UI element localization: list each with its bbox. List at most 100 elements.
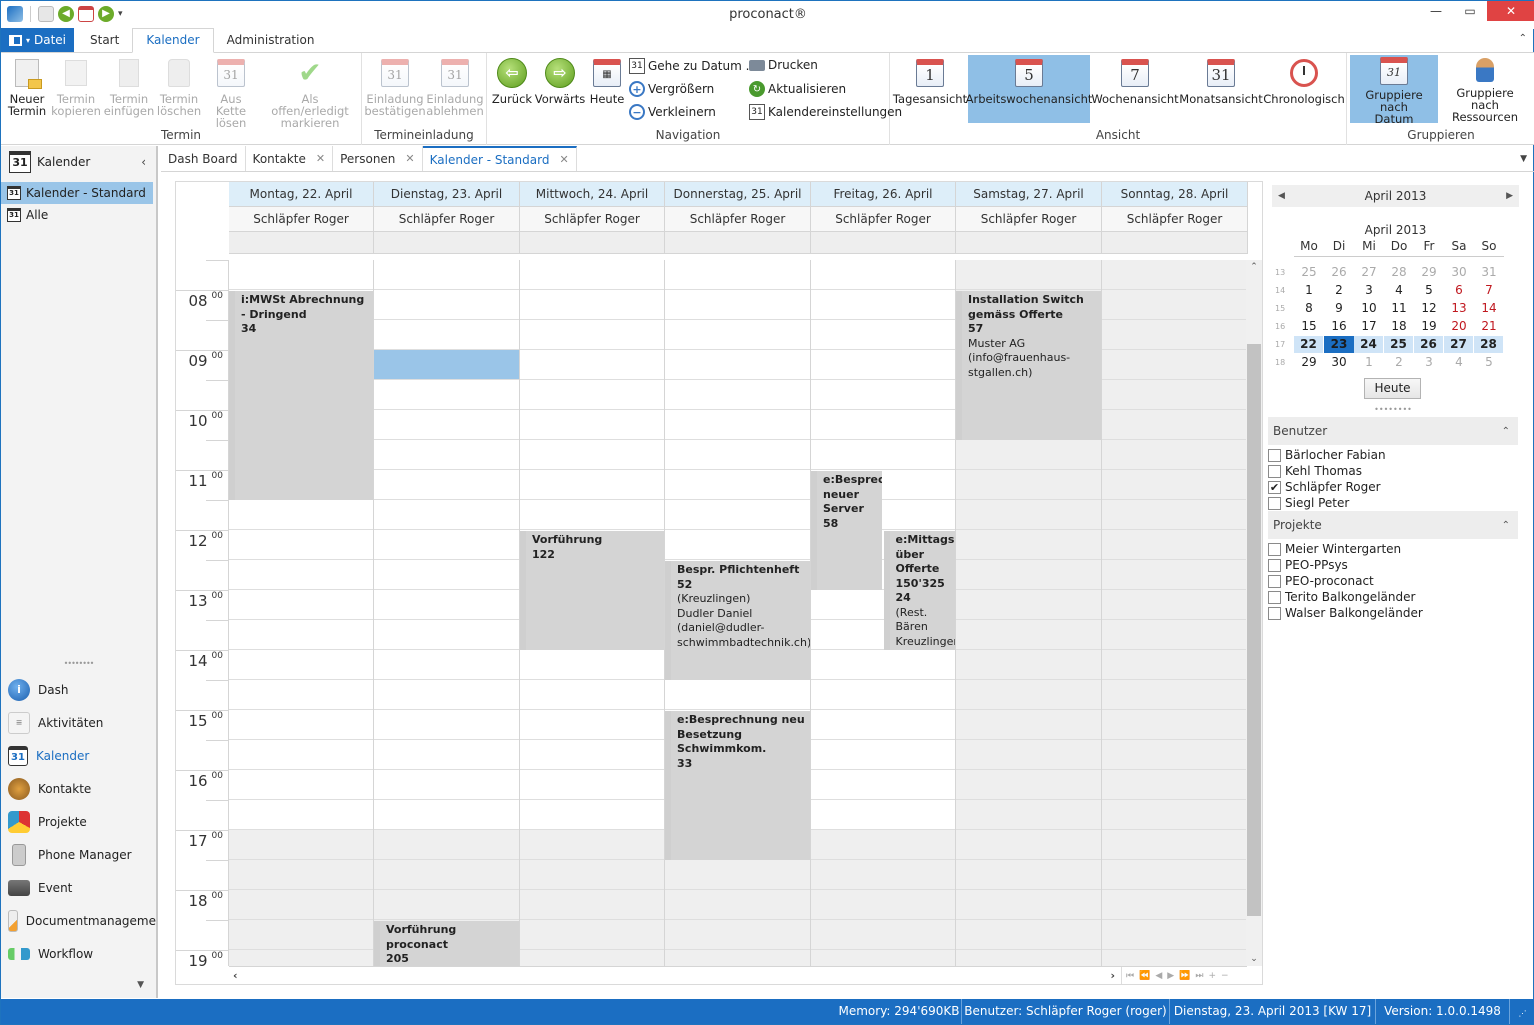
month-view-button[interactable]: 31 Monatsansicht bbox=[1179, 55, 1263, 121]
calendar-day[interactable]: 2 bbox=[1324, 282, 1354, 299]
calendar-day[interactable]: 3 bbox=[1354, 282, 1384, 299]
calendar-day[interactable]: 25 bbox=[1384, 335, 1414, 353]
benutzer-group-header[interactable]: Benutzer ⌃ bbox=[1268, 417, 1518, 445]
checkbox-checked[interactable]: ✔ bbox=[1268, 480, 1281, 494]
time-slot[interactable] bbox=[229, 680, 373, 710]
filter-item[interactable]: Bärlocher Fabian bbox=[1268, 447, 1518, 463]
previous-record-icon[interactable]: ◀ bbox=[1155, 971, 1162, 981]
time-slot[interactable] bbox=[811, 740, 955, 770]
calendar-day[interactable]: 4 bbox=[1384, 282, 1414, 299]
calendar-day[interactable]: 26 bbox=[1414, 335, 1444, 353]
time-slot[interactable] bbox=[374, 650, 519, 680]
time-slot[interactable] bbox=[520, 800, 664, 830]
scrollbar-thumb[interactable] bbox=[1247, 344, 1261, 916]
checkbox[interactable] bbox=[1268, 590, 1281, 604]
time-slot[interactable] bbox=[811, 410, 955, 440]
calendar-settings-button[interactable]: 31 Kalendereinstellungen bbox=[749, 104, 902, 120]
doc-tab-kalender-standard[interactable]: Kalender - Standard ✕ bbox=[422, 146, 577, 171]
time-slot[interactable] bbox=[229, 260, 373, 290]
time-slot[interactable] bbox=[1102, 950, 1247, 966]
time-slot[interactable] bbox=[229, 770, 373, 800]
calendar-day[interactable]: 15 bbox=[1294, 318, 1324, 335]
time-slot[interactable] bbox=[956, 680, 1101, 710]
time-slot[interactable] bbox=[374, 440, 519, 470]
time-slot[interactable] bbox=[229, 860, 373, 890]
scroll-left-icon[interactable]: ‹ bbox=[233, 969, 238, 982]
time-slot[interactable] bbox=[229, 560, 373, 590]
time-slot[interactable] bbox=[956, 560, 1101, 590]
calendar-day[interactable]: 10 bbox=[1354, 300, 1384, 317]
close-tab-icon[interactable]: ✕ bbox=[316, 152, 325, 165]
time-slot[interactable] bbox=[811, 860, 955, 890]
time-slot[interactable] bbox=[811, 440, 955, 470]
time-slot[interactable] bbox=[520, 260, 664, 290]
appointment[interactable]: e:Mittagsbesprechung über Offerte 150'32… bbox=[883, 531, 955, 650]
time-slot[interactable] bbox=[811, 680, 955, 710]
time-slot[interactable] bbox=[520, 950, 664, 966]
minimize-button[interactable]: — bbox=[1419, 1, 1453, 21]
time-slot[interactable] bbox=[1102, 260, 1247, 290]
appointment[interactable]: Installation Switch gemäss Offerte 57 Must… bbox=[956, 291, 1101, 440]
day-header[interactable]: Sonntag, 28. April bbox=[1102, 182, 1248, 207]
time-slot[interactable] bbox=[374, 740, 519, 770]
pane-splitter[interactable]: •••••••• bbox=[1, 659, 156, 668]
time-slot[interactable] bbox=[956, 500, 1101, 530]
time-slot[interactable] bbox=[956, 710, 1101, 740]
all-day-cell[interactable] bbox=[229, 232, 374, 254]
detach-from-series-button[interactable]: 31 Aus Kette lösen bbox=[204, 57, 258, 129]
file-menu-button[interactable]: ▾ Datei bbox=[1, 28, 74, 52]
module-phone-manager[interactable]: Phone Manager bbox=[1, 838, 156, 871]
time-slot[interactable] bbox=[520, 290, 664, 320]
zoom-out-button[interactable]: − Verkleinern bbox=[629, 104, 716, 120]
time-slot[interactable] bbox=[665, 320, 810, 350]
time-slot[interactable] bbox=[956, 470, 1101, 500]
time-slot[interactable] bbox=[374, 860, 519, 890]
filter-item[interactable]: ✔ Schläpfer Roger bbox=[1268, 479, 1518, 495]
time-slot[interactable] bbox=[374, 890, 519, 920]
time-slot[interactable] bbox=[811, 710, 955, 740]
time-slot[interactable] bbox=[374, 680, 519, 710]
filter-item[interactable]: Walser Balkongeländer bbox=[1268, 605, 1518, 621]
accept-invitation-button[interactable]: 31 Einladung bestätigen bbox=[364, 57, 426, 117]
next-page-icon[interactable]: ⏩ bbox=[1179, 971, 1190, 981]
time-slot[interactable] bbox=[374, 800, 519, 830]
zoom-in-button[interactable]: + Vergrößern bbox=[629, 81, 714, 97]
calendar-day[interactable]: 30 bbox=[1444, 264, 1474, 281]
appointment[interactable]: i:MWSt Abrechnung - Dringend 34 bbox=[229, 291, 373, 500]
add-record-icon[interactable]: + bbox=[1209, 971, 1217, 981]
time-slot[interactable] bbox=[1102, 710, 1247, 740]
time-slot[interactable] bbox=[374, 590, 519, 620]
calendar-day[interactable]: 25 bbox=[1294, 264, 1324, 281]
time-slot[interactable] bbox=[374, 470, 519, 500]
time-slot[interactable] bbox=[229, 590, 373, 620]
collapse-group-icon[interactable]: ⌃ bbox=[1502, 520, 1510, 531]
filter-item[interactable]: Kehl Thomas bbox=[1268, 463, 1518, 479]
time-slot[interactable] bbox=[520, 410, 664, 440]
calendar-day[interactable]: 21 bbox=[1474, 318, 1504, 335]
last-record-icon[interactable]: ⏭ bbox=[1195, 971, 1203, 981]
time-slot[interactable] bbox=[956, 440, 1101, 470]
time-slot[interactable] bbox=[520, 860, 664, 890]
previous-month-icon[interactable]: ◀ bbox=[1278, 191, 1285, 201]
module-projekte[interactable]: Projekte bbox=[1, 805, 156, 838]
horizontal-scrollbar[interactable]: ‹ › ⏮ ⏪ ◀ ▶ ⏩ ⏭ + − bbox=[229, 966, 1247, 984]
time-slot[interactable] bbox=[811, 830, 955, 860]
new-appointment-button[interactable]: Neuer Termin bbox=[6, 57, 48, 117]
day-header[interactable]: Freitag, 26. April bbox=[811, 182, 956, 207]
time-slot[interactable] bbox=[1102, 470, 1247, 500]
time-slot[interactable] bbox=[374, 320, 519, 350]
time-slot[interactable] bbox=[520, 740, 664, 770]
day-header[interactable]: Samstag, 27. April bbox=[956, 182, 1102, 207]
module-workflow[interactable]: Workflow bbox=[1, 937, 156, 970]
scroll-up-icon[interactable]: ⌃ bbox=[1246, 262, 1262, 272]
filter-item[interactable]: Terito Balkongeländer bbox=[1268, 589, 1518, 605]
back-button[interactable]: ⇦ Zurück bbox=[491, 57, 533, 105]
time-slot[interactable] bbox=[1102, 440, 1247, 470]
time-slot[interactable] bbox=[229, 800, 373, 830]
previous-page-icon[interactable]: ⏪ bbox=[1139, 971, 1150, 981]
calendar-day[interactable]: 31 bbox=[1474, 264, 1504, 281]
time-slot[interactable] bbox=[229, 740, 373, 770]
next-month-icon[interactable]: ▶ bbox=[1506, 191, 1513, 201]
time-slot[interactable] bbox=[1102, 620, 1247, 650]
time-slot[interactable] bbox=[665, 260, 810, 290]
